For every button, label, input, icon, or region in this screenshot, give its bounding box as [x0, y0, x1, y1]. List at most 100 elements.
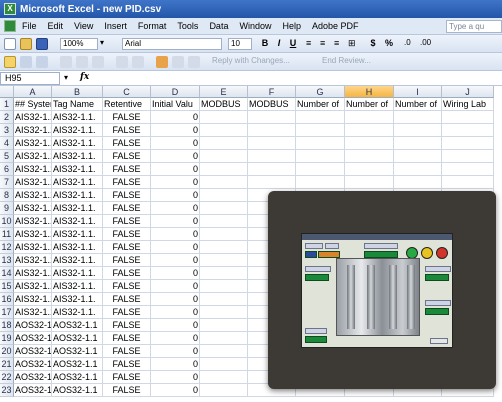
cell[interactable]: 0 [151, 371, 200, 384]
cell[interactable] [394, 124, 442, 137]
cell[interactable]: AIS32-1.1. [52, 215, 103, 228]
cell[interactable]: AIS32-1.1. [14, 111, 52, 124]
row-header[interactable]: 13 [0, 254, 14, 267]
menu-insert[interactable]: Insert [104, 21, 127, 31]
end-review-button[interactable]: End Review... [322, 56, 371, 68]
font-size-select[interactable]: 10 [228, 38, 252, 50]
cell[interactable]: Retentive [103, 98, 151, 111]
cell[interactable]: 0 [151, 176, 200, 189]
select-all-corner[interactable] [0, 86, 14, 98]
cell[interactable]: Tag Name [52, 98, 103, 111]
cell[interactable] [200, 319, 248, 332]
cell[interactable] [296, 176, 345, 189]
cell[interactable]: FALSE [103, 267, 151, 280]
cell[interactable]: FALSE [103, 254, 151, 267]
cell[interactable]: 0 [151, 345, 200, 358]
cell[interactable]: FALSE [103, 306, 151, 319]
menu-window[interactable]: Window [239, 21, 271, 31]
cell[interactable]: AIS32-1.1. [52, 280, 103, 293]
row-header[interactable]: 14 [0, 267, 14, 280]
cell[interactable] [200, 202, 248, 215]
cell[interactable]: AIS32-1.1. [14, 163, 52, 176]
cell[interactable]: FALSE [103, 111, 151, 124]
cell[interactable] [248, 150, 296, 163]
row-header[interactable]: 7 [0, 176, 14, 189]
row-header[interactable]: 1 [0, 98, 14, 111]
print-icon[interactable] [20, 56, 32, 68]
bold-button[interactable]: B [260, 38, 270, 50]
cell[interactable]: AIS32-1.1. [52, 228, 103, 241]
column-header-c[interactable]: C [103, 86, 151, 98]
cell[interactable]: AOS32-1.1 [52, 384, 103, 397]
cell[interactable]: FALSE [103, 124, 151, 137]
new-icon[interactable] [4, 38, 16, 50]
cell[interactable]: 0 [151, 202, 200, 215]
cell[interactable]: 0 [151, 267, 200, 280]
menu-edit[interactable]: Edit [48, 21, 64, 31]
cell[interactable]: AIS32-1.1. [14, 267, 52, 280]
row-header[interactable]: 5 [0, 150, 14, 163]
cell[interactable]: AOS32-1.1 [14, 345, 52, 358]
cell[interactable] [200, 384, 248, 397]
cell[interactable]: AIS32-1.1. [14, 202, 52, 215]
cell[interactable]: FALSE [103, 241, 151, 254]
name-box-dropdown-icon[interactable]: ▾ [64, 73, 68, 82]
cell[interactable]: FALSE [103, 150, 151, 163]
menu-data[interactable]: Data [209, 21, 228, 31]
cell[interactable]: FALSE [103, 319, 151, 332]
cell[interactable]: MODBUS [248, 98, 296, 111]
currency-button[interactable]: $ [368, 38, 378, 50]
menu-adobe-pdf[interactable]: Adobe PDF [312, 21, 359, 31]
undo-icon[interactable] [116, 56, 128, 68]
cell[interactable]: AOS32-1.1 [14, 319, 52, 332]
cell[interactable] [442, 124, 494, 137]
cell[interactable]: AOS32-1.1 [14, 332, 52, 345]
cell[interactable] [200, 228, 248, 241]
cell[interactable]: AOS32-1.1 [52, 371, 103, 384]
cell[interactable]: 0 [151, 189, 200, 202]
cell[interactable] [200, 293, 248, 306]
cell[interactable]: FALSE [103, 345, 151, 358]
cell[interactable]: AIS32-1.1. [52, 306, 103, 319]
cell[interactable]: 0 [151, 137, 200, 150]
cell[interactable]: 0 [151, 215, 200, 228]
percent-button[interactable]: % [384, 38, 394, 50]
row-header[interactable]: 20 [0, 345, 14, 358]
cell[interactable] [200, 306, 248, 319]
cell[interactable]: AOS32-1.1 [14, 384, 52, 397]
cell[interactable] [442, 111, 494, 124]
cell[interactable] [200, 332, 248, 345]
redo-icon[interactable] [132, 56, 144, 68]
cell[interactable] [200, 150, 248, 163]
cell[interactable]: Wiring Lab [442, 98, 494, 111]
cell[interactable]: 0 [151, 319, 200, 332]
align-right-icon[interactable]: ≡ [334, 38, 339, 50]
cell[interactable]: FALSE [103, 176, 151, 189]
cell[interactable]: AIS32-1.1. [14, 228, 52, 241]
menu-help[interactable]: Help [282, 21, 301, 31]
cell[interactable]: 0 [151, 241, 200, 254]
align-center-icon[interactable]: ≡ [320, 38, 325, 50]
cell[interactable]: 0 [151, 358, 200, 371]
row-header[interactable]: 12 [0, 241, 14, 254]
column-header-j[interactable]: J [442, 86, 494, 98]
cell[interactable] [200, 280, 248, 293]
cell[interactable]: AIS32-1.1. [14, 176, 52, 189]
row-header[interactable]: 2 [0, 111, 14, 124]
cell[interactable]: FALSE [103, 189, 151, 202]
cell[interactable]: AIS32-1.1. [14, 137, 52, 150]
cell[interactable] [442, 137, 494, 150]
cell[interactable] [200, 189, 248, 202]
row-header[interactable]: 11 [0, 228, 14, 241]
cell[interactable]: AIS32-1.1. [14, 280, 52, 293]
increase-decimal-icon[interactable]: .0 [404, 38, 411, 50]
row-header[interactable]: 17 [0, 306, 14, 319]
cell[interactable]: 0 [151, 111, 200, 124]
cell[interactable] [248, 111, 296, 124]
save-icon[interactable] [36, 38, 48, 50]
cell[interactable]: AIS32-1.1. [52, 293, 103, 306]
cell[interactable]: 0 [151, 150, 200, 163]
cell[interactable] [200, 267, 248, 280]
cell[interactable]: FALSE [103, 358, 151, 371]
cell[interactable] [200, 241, 248, 254]
